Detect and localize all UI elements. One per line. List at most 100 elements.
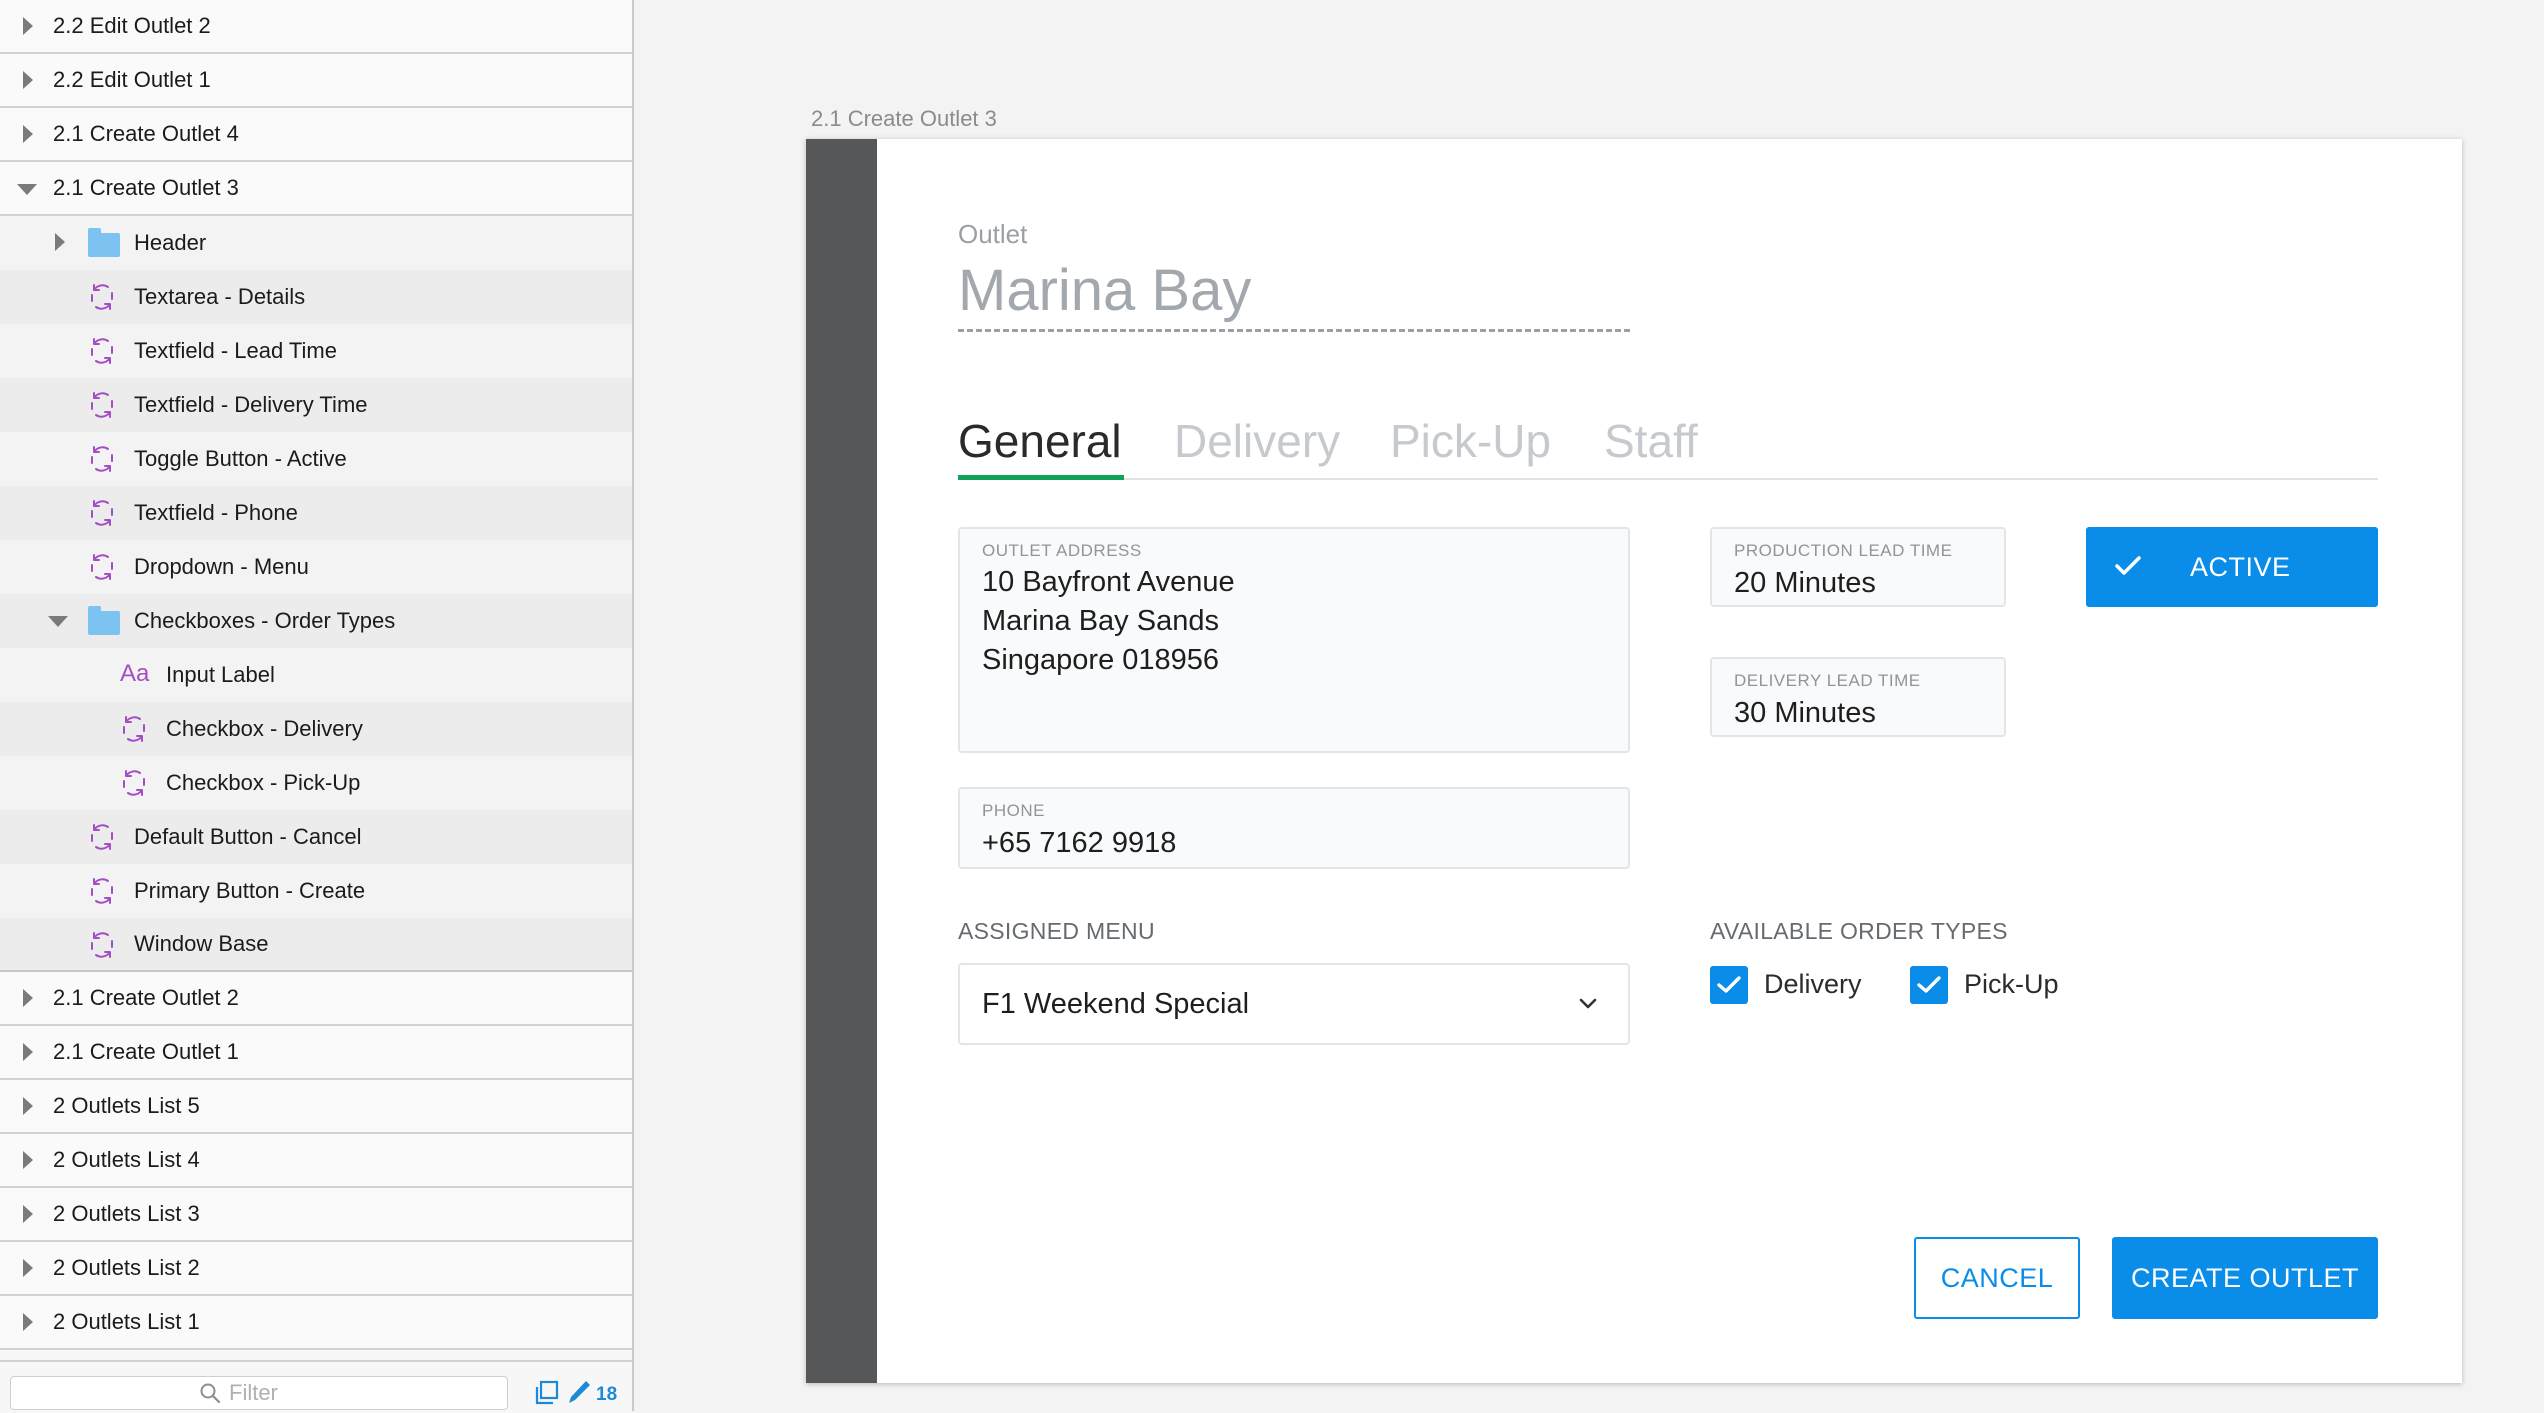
active-tab-indicator [958, 475, 1124, 480]
layer-row-label: Dropdown - Menu [134, 554, 309, 579]
layer-row-label: 2.1 Create Outlet 1 [53, 1039, 239, 1064]
disclosure-right-icon[interactable] [23, 125, 33, 143]
symbol-icon [91, 824, 113, 850]
layer-row[interactable]: Textfield - Phone [0, 486, 632, 540]
layer-row-label: Default Button - Cancel [134, 824, 362, 849]
layers-sidebar: 2.2 Edit Outlet 2 2.2 Edit Outlet 1 2.1 Cr… [0, 0, 634, 1413]
layers-list: 2.2 Edit Outlet 2 2.2 Edit Outlet 1 2.1 Cr… [0, 0, 632, 1350]
layer-row[interactable]: Default Button - Cancel [0, 810, 632, 864]
window-base-strip [806, 139, 877, 1383]
tab-staff[interactable]: Staff [1604, 414, 1698, 468]
production-lead-time-input[interactable] [1734, 563, 1994, 603]
layer-row[interactable]: Checkbox - Delivery [0, 702, 632, 756]
cancel-button[interactable]: CANCEL [1914, 1237, 2080, 1319]
layer-row[interactable]: Textarea - Details [0, 270, 632, 324]
check-icon [1917, 976, 1941, 993]
disclosure-down-icon[interactable] [17, 184, 37, 195]
text-layer-icon: Aa [120, 660, 150, 687]
pick-up-checkbox-label[interactable]: Pick-Up [1964, 969, 2059, 1000]
pick-up-checkbox[interactable] [1910, 966, 1948, 1004]
outlet-name-field[interactable]: Marina Bay [958, 257, 1251, 324]
phone-input[interactable] [982, 823, 1582, 863]
disclosure-right-icon[interactable] [23, 1097, 33, 1115]
layer-row[interactable]: 2.2 Edit Outlet 1 [0, 54, 632, 108]
assigned-menu-dropdown[interactable]: F1 Weekend Special [958, 963, 1630, 1045]
layer-row[interactable]: Window Base [0, 918, 632, 972]
layer-row-label: 2.1 Create Outlet 2 [53, 985, 239, 1010]
outlet-address-field[interactable]: OUTLET ADDRESS 10 Bayfront Avenue Marina… [958, 527, 1630, 753]
check-icon [1717, 976, 1741, 993]
artboard-title[interactable]: 2.1 Create Outlet 3 [811, 106, 997, 132]
layer-row[interactable]: Checkboxes - Order Types [0, 594, 632, 648]
tab-delivery[interactable]: Delivery [1174, 414, 1340, 468]
layer-row-label: 2.1 Create Outlet 4 [53, 121, 239, 146]
layer-row[interactable]: 2 Outlets List 5 [0, 1080, 632, 1134]
disclosure-right-icon[interactable] [55, 233, 65, 251]
create-outlet-button[interactable]: CREATE OUTLET [2112, 1237, 2378, 1319]
layer-row[interactable]: Header [0, 216, 632, 270]
layer-row[interactable]: Primary Button - Create [0, 864, 632, 918]
symbol-icon [91, 284, 113, 310]
symbol-icon [91, 392, 113, 418]
disclosure-right-icon[interactable] [23, 1259, 33, 1277]
tab-bar: General Delivery Pick-Up Staff [958, 414, 2378, 480]
disclosure-right-icon[interactable] [23, 17, 33, 35]
layer-row-label: Checkbox - Pick-Up [166, 770, 361, 795]
layer-row[interactable]: 2.2 Edit Outlet 2 [0, 0, 632, 54]
pages-icon[interactable] [534, 1380, 560, 1406]
symbol-icon [91, 338, 113, 364]
layer-row-label: 2 Outlets List 4 [53, 1147, 200, 1172]
layer-row-label: 2 Outlets List 5 [53, 1093, 200, 1118]
layer-row[interactable]: Textfield - Delivery Time [0, 378, 632, 432]
layer-row-label: Textarea - Details [134, 284, 306, 309]
layer-row[interactable]: Checkbox - Pick-Up [0, 756, 632, 810]
disclosure-down-icon[interactable] [48, 616, 68, 627]
layer-row-label: Input Label [166, 662, 275, 687]
tab-pick-up[interactable]: Pick-Up [1390, 414, 1551, 468]
production-lead-time-field[interactable]: PRODUCTION LEAD TIME [1710, 527, 2006, 607]
delivery-lead-time-field[interactable]: DELIVERY LEAD TIME [1710, 657, 2006, 737]
delivery-checkbox[interactable] [1710, 966, 1748, 1004]
folder-icon [88, 228, 120, 257]
layer-row[interactable]: 2 Outlets List 1 [0, 1296, 632, 1350]
layer-row[interactable]: 2 Outlets List 4 [0, 1134, 632, 1188]
disclosure-right-icon[interactable] [23, 1043, 33, 1061]
layer-row[interactable]: 2 Outlets List 3 [0, 1188, 632, 1242]
filter-box[interactable] [10, 1376, 508, 1410]
pencil-icon[interactable] [566, 1378, 592, 1406]
delivery-lead-time-input[interactable] [1734, 693, 1994, 733]
disclosure-right-icon[interactable] [23, 1151, 33, 1169]
phone-field[interactable]: PHONE [958, 787, 1630, 869]
layer-row[interactable]: Textfield - Lead Time [0, 324, 632, 378]
outlet-address-textarea[interactable]: 10 Bayfront Avenue Marina Bay Sands Sing… [982, 563, 1602, 713]
layer-row-label: 2 Outlets List 3 [53, 1201, 200, 1226]
active-toggle-label: ACTIVE [2190, 552, 2291, 582]
delivery-checkbox-label[interactable]: Delivery [1764, 969, 1862, 1000]
layer-row[interactable]: Dropdown - Menu [0, 540, 632, 594]
active-toggle-button[interactable]: ACTIVE [2086, 527, 2378, 607]
disclosure-right-icon[interactable] [23, 71, 33, 89]
chevron-down-icon [1579, 998, 1597, 1009]
filter-input[interactable] [229, 1379, 489, 1407]
layer-row-label: 2.2 Edit Outlet 1 [53, 67, 211, 92]
layer-row[interactable]: 2.1 Create Outlet 4 [0, 108, 632, 162]
layer-row[interactable]: 2.1 Create Outlet 2 [0, 972, 632, 1026]
assigned-menu-value: F1 Weekend Special [982, 988, 1250, 1020]
disclosure-right-icon[interactable] [23, 1313, 33, 1331]
layer-row[interactable]: Aa Input Label [0, 648, 632, 702]
layer-row-label: 2.2 Edit Outlet 2 [53, 13, 211, 38]
layer-row-label: Textfield - Lead Time [134, 338, 337, 363]
layer-row-label: 2 Outlets List 1 [53, 1309, 200, 1334]
layer-row[interactable]: Toggle Button - Active [0, 432, 632, 486]
disclosure-right-icon[interactable] [23, 989, 33, 1007]
disclosure-right-icon[interactable] [23, 1205, 33, 1223]
layer-row[interactable]: 2.1 Create Outlet 1 [0, 1026, 632, 1080]
search-icon [200, 1383, 221, 1404]
layer-row[interactable]: 2 Outlets List 2 [0, 1242, 632, 1296]
outlet-caption: Outlet [958, 219, 1028, 249]
tab-general[interactable]: General [958, 414, 1122, 468]
layer-row-label: Checkbox - Delivery [166, 716, 363, 741]
layer-row[interactable]: 2.1 Create Outlet 3 [0, 162, 632, 216]
layer-row-label: Textfield - Delivery Time [134, 392, 368, 417]
symbol-icon [91, 932, 113, 958]
